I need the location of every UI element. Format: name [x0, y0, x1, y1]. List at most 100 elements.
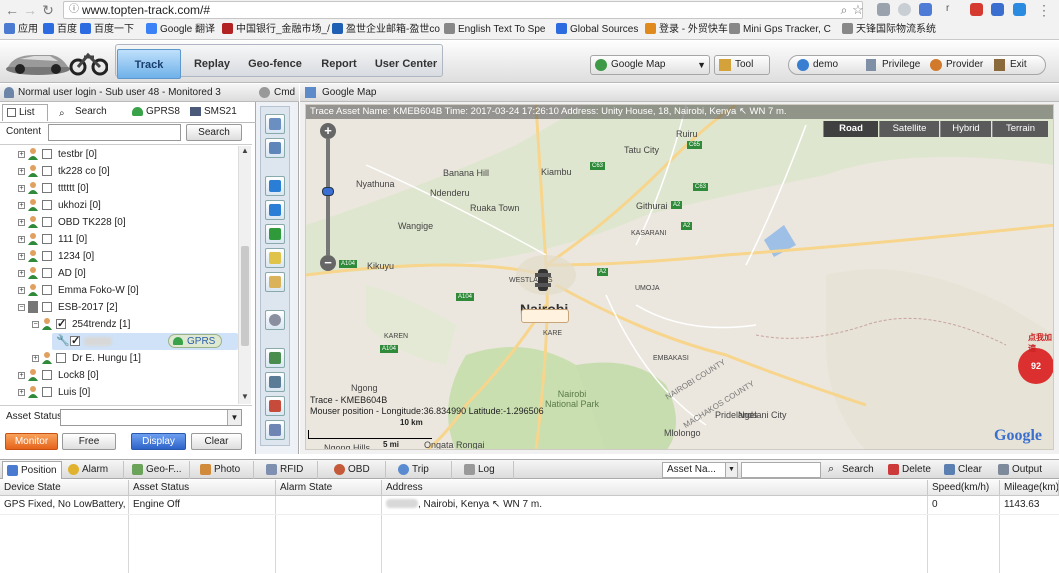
collapse-icon[interactable]: − — [32, 321, 39, 328]
map-type-satellite[interactable]: Satellite — [879, 121, 939, 137]
page-info-icon[interactable]: ⓘ — [69, 2, 79, 18]
zoom-in-icon[interactable]: + — [320, 123, 336, 139]
column-address[interactable]: Address — [382, 480, 928, 496]
tree-node[interactable]: + Dr E. Hungu [1] — [32, 350, 238, 367]
expand-icon[interactable]: + — [18, 151, 25, 158]
menu-icon[interactable]: ⋮ — [1036, 2, 1052, 18]
display-button[interactable]: Display — [131, 433, 186, 450]
bookmark-item[interactable]: Global Sources — [556, 22, 638, 38]
tab-gprs[interactable]: GPRS8 — [130, 104, 182, 121]
asset-name-select[interactable]: Asset Na... ▼ — [662, 462, 738, 478]
bookmark-item[interactable]: 登录 - 外贸快车 — [645, 22, 728, 38]
column-device-state[interactable]: Device State — [0, 480, 129, 496]
tree-node[interactable]: + Lock8 [0] — [18, 367, 238, 384]
tree-node[interactable]: − ✓ 254trendz [1] — [32, 316, 238, 333]
column-alarm-state[interactable]: Alarm State — [276, 480, 382, 496]
tab-sms[interactable]: SMS21 — [188, 104, 240, 121]
expand-icon[interactable]: + — [18, 372, 25, 379]
tree-checkbox[interactable] — [42, 268, 52, 278]
tab-obd[interactable]: OBD — [330, 461, 386, 479]
tree-node[interactable]: + tttttt [0] — [18, 180, 238, 197]
tree-node[interactable]: + ukhozi [0] — [18, 197, 238, 214]
map-type-select[interactable]: Google Map ▼ — [590, 55, 710, 75]
tree-node[interactable]: +111 [0] — [18, 231, 238, 248]
extension-icon-2[interactable] — [898, 3, 911, 16]
tab-track[interactable]: Track — [117, 49, 181, 79]
tool-button[interactable]: Tool — [714, 55, 770, 75]
tree-checkbox[interactable] — [42, 166, 52, 176]
tree-checkbox[interactable] — [42, 234, 52, 244]
tree-node[interactable]: + Luis [0] — [18, 384, 238, 401]
tree-checkbox[interactable] — [42, 285, 52, 295]
expand-icon[interactable]: + — [18, 236, 25, 243]
bookmark-item[interactable]: 应用 — [4, 22, 38, 38]
extension-icon-5[interactable] — [970, 3, 983, 16]
tree-checkbox[interactable] — [42, 370, 52, 380]
tree-node[interactable]: − ESB-2017 [2] — [18, 299, 238, 316]
expand-icon[interactable]: + — [18, 219, 25, 226]
bottom-search-button[interactable]: ⌕ Search — [826, 462, 874, 478]
cmd-delete-button[interactable] — [265, 396, 285, 416]
tree-checkbox[interactable] — [42, 251, 52, 261]
zoom-out-icon[interactable]: − — [320, 255, 336, 271]
scroll-thumb[interactable] — [241, 246, 249, 346]
tab-list[interactable]: List — [2, 104, 48, 121]
bookmark-item[interactable]: Mini Gps Tracker, C — [729, 22, 831, 38]
tab-geo-fence[interactable]: Geo-fence — [242, 49, 308, 79]
address-bar[interactable]: ⓘ www.topten-track.com/# — [63, 1, 863, 19]
clear-button[interactable]: Clear — [191, 433, 242, 450]
tab-search[interactable]: ⌕ Search — [55, 104, 113, 121]
privilege-button[interactable]: Privilege — [866, 56, 920, 74]
bookmark-item[interactable]: 百度 — [43, 22, 77, 38]
user-button[interactable]: demo — [797, 56, 838, 74]
cmd-call-button[interactable] — [265, 224, 285, 244]
forward-icon[interactable]: → — [22, 2, 38, 18]
cmd-track-button[interactable] — [265, 176, 285, 196]
bookmark-item[interactable]: 天锋国际物流系统 — [842, 22, 936, 38]
expand-icon[interactable]: + — [18, 287, 25, 294]
tab-rfid[interactable]: RFID — [262, 461, 318, 479]
tab-replay[interactable]: Replay — [184, 49, 240, 79]
tree-checkbox[interactable]: ✓ — [70, 335, 80, 347]
map-type-hybrid[interactable]: Hybrid — [940, 121, 991, 137]
content-input[interactable] — [48, 124, 181, 141]
extension-icon-3[interactable] — [919, 3, 932, 16]
tree-node[interactable]: + OBD TK228 [0] — [18, 214, 238, 231]
tree-checkbox[interactable] — [42, 217, 52, 227]
column-asset-status[interactable]: Asset Status — [129, 480, 276, 496]
bottom-output-button[interactable]: Output — [996, 462, 1042, 478]
asset-status-select[interactable]: ▼ — [60, 409, 242, 426]
scroll-down-icon[interactable]: ▼ — [241, 392, 249, 401]
tree-checkbox[interactable]: ✓ — [56, 318, 66, 330]
tab-report[interactable]: Report — [310, 49, 368, 79]
bookmark-item[interactable]: 盈世企业邮箱-盈世co — [332, 22, 440, 38]
zoom-track[interactable] — [326, 139, 330, 255]
expand-icon[interactable]: + — [32, 355, 39, 362]
tab-alarm[interactable]: Alarm — [64, 461, 124, 479]
extension-icon-1[interactable] — [877, 3, 890, 16]
tree-checkbox[interactable] — [42, 183, 52, 193]
tab-trip[interactable]: Trip — [394, 461, 452, 479]
tree-checkbox[interactable] — [42, 149, 52, 159]
bookmark-star-icon[interactable]: ☆ — [850, 2, 866, 18]
side-ad-text[interactable]: 点我加速 — [1028, 332, 1053, 354]
tree-scrollbar[interactable]: ▲ ▼ — [238, 146, 251, 404]
cmd-note-button[interactable] — [265, 272, 285, 292]
content-search-button[interactable]: Search — [186, 124, 242, 141]
tree-node[interactable]: 🔧 ✓ GPRS — [52, 333, 238, 350]
tree-node[interactable]: + Emma Foko-W [0] — [18, 282, 238, 299]
reload-icon[interactable]: ↻ — [40, 2, 56, 18]
bookmark-item[interactable]: English Text To Spe — [444, 22, 545, 38]
tab-log[interactable]: Log — [460, 461, 514, 479]
cmd-report-button[interactable] — [265, 372, 285, 392]
cmd-fence-button[interactable] — [265, 420, 285, 440]
extension-icon-7[interactable] — [1013, 3, 1026, 16]
provider-button[interactable]: Provider — [930, 56, 983, 74]
column-mileage[interactable]: Mileage(km) — [1000, 480, 1059, 496]
expand-icon[interactable]: + — [18, 185, 25, 192]
cmd-locate-button[interactable] — [265, 114, 285, 134]
bookmark-item[interactable]: 中国银行_金融市场_/ — [222, 22, 330, 38]
cmd-send-button[interactable] — [265, 200, 285, 220]
cmd-settings-button[interactable] — [265, 310, 285, 330]
tree-node[interactable]: + testbr [0] — [18, 146, 238, 163]
